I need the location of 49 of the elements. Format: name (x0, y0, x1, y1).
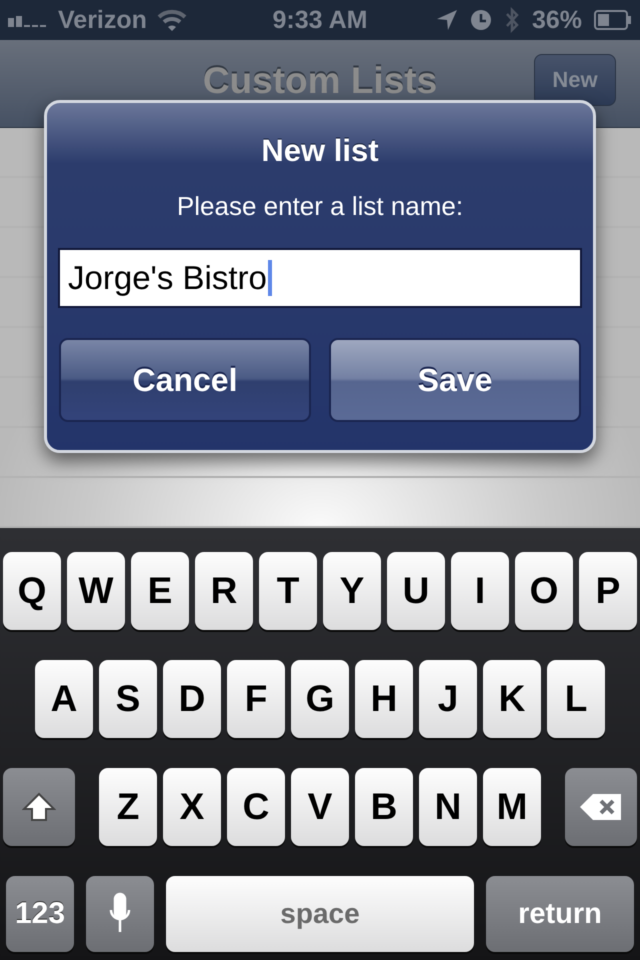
letter-key[interactable]: S (99, 660, 157, 738)
letter-key[interactable]: F (227, 660, 285, 738)
letter-key[interactable]: T (259, 552, 317, 630)
dictation-key[interactable] (86, 876, 154, 952)
letter-key[interactable]: G (291, 660, 349, 738)
text-cursor (268, 260, 272, 296)
letter-key[interactable]: O (515, 552, 573, 630)
letter-key[interactable]: N (419, 768, 477, 846)
letter-key[interactable]: C (227, 768, 285, 846)
save-button[interactable]: Save (329, 338, 581, 422)
cancel-button[interactable]: Cancel (59, 338, 311, 422)
battery-icon (594, 10, 632, 30)
letter-key[interactable]: P (579, 552, 637, 630)
battery-percentage: 36% (532, 6, 582, 34)
space-key[interactable]: space (166, 876, 474, 952)
status-time: 9:33 AM (272, 6, 368, 34)
return-key[interactable]: return (486, 876, 634, 952)
carrier-name: Verizon (58, 6, 147, 34)
letter-key[interactable]: D (163, 660, 221, 738)
letter-key[interactable]: R (195, 552, 253, 630)
letter-key[interactable]: Q (3, 552, 61, 630)
letter-key[interactable]: Y (323, 552, 381, 630)
letter-key[interactable]: I (451, 552, 509, 630)
backspace-icon (579, 792, 623, 822)
delete-key[interactable] (565, 768, 637, 846)
letter-key[interactable]: A (35, 660, 93, 738)
location-icon (436, 9, 458, 31)
letter-key[interactable]: M (483, 768, 541, 846)
letter-key[interactable]: V (291, 768, 349, 846)
dialog-title: New list (261, 133, 379, 169)
wifi-icon (156, 9, 187, 31)
shift-icon (22, 791, 56, 823)
bluetooth-icon (504, 7, 520, 33)
shift-key[interactable] (3, 768, 75, 846)
letter-key[interactable]: H (355, 660, 413, 738)
letter-key[interactable]: U (387, 552, 445, 630)
letter-key[interactable]: K (483, 660, 541, 738)
letter-key[interactable]: J (419, 660, 477, 738)
letter-key[interactable]: B (355, 768, 413, 846)
clock-icon (470, 9, 492, 31)
letter-key[interactable]: Z (99, 768, 157, 846)
letter-key[interactable]: L (547, 660, 605, 738)
letter-key[interactable]: E (131, 552, 189, 630)
letter-key[interactable]: W (67, 552, 125, 630)
screen-title: Custom Lists (202, 60, 438, 102)
numbers-key[interactable]: 123 (6, 876, 74, 952)
dialog-message: Please enter a list name: (176, 191, 464, 222)
list-name-field[interactable]: Jorge's Bistro (58, 248, 582, 308)
letter-key[interactable]: X (163, 768, 221, 846)
